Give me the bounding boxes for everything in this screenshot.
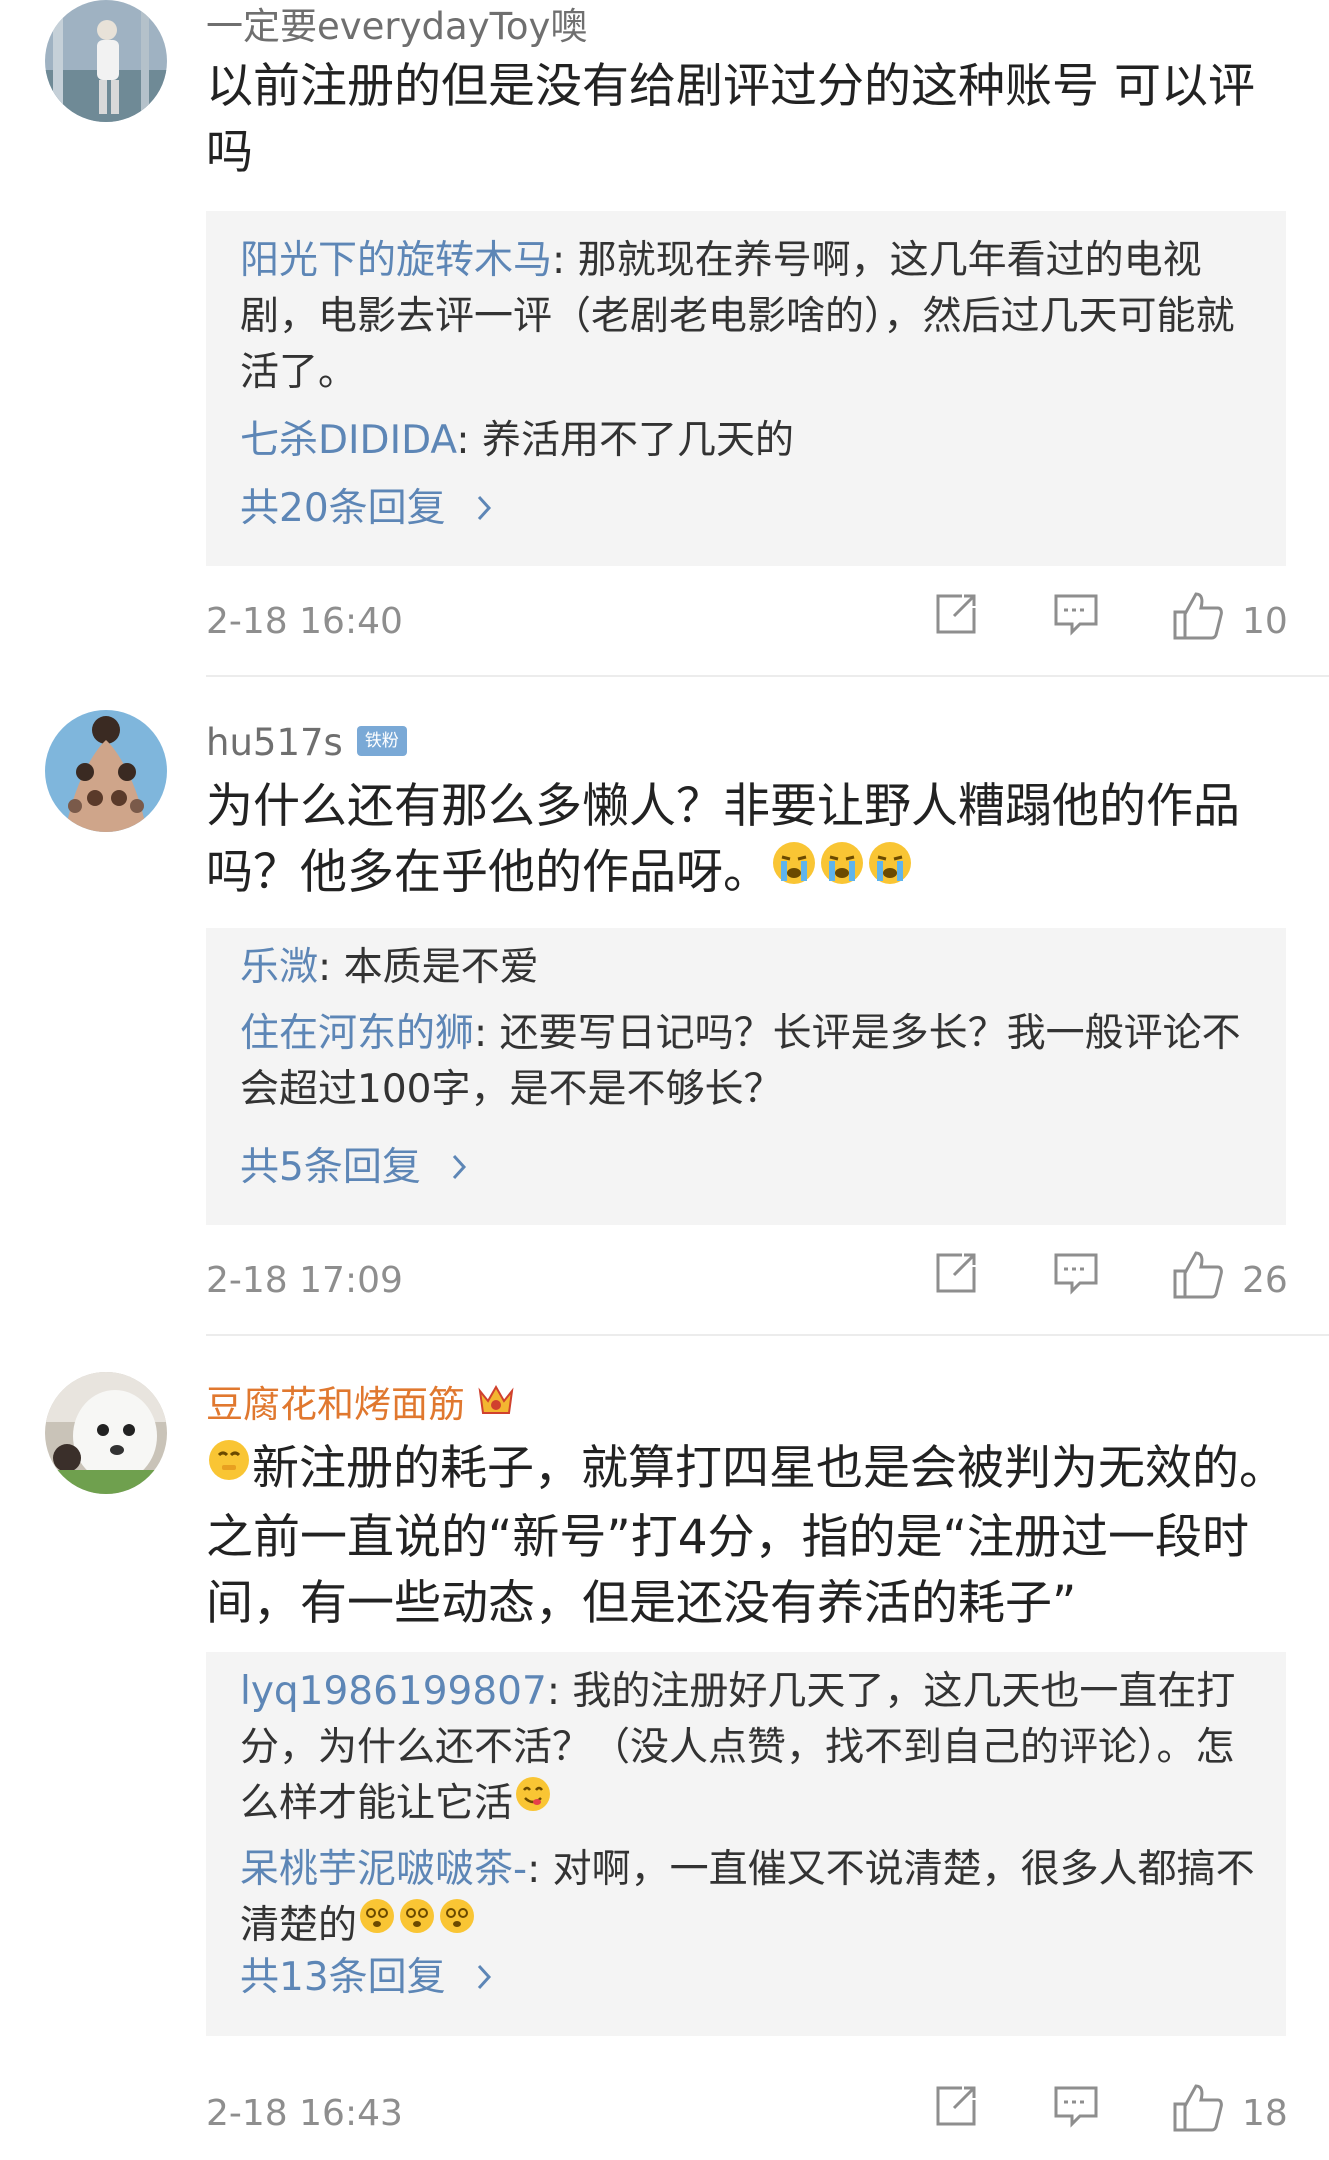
reply-text: 养活用不了几天的	[481, 418, 794, 463]
like-count: 26	[1242, 1260, 1288, 1301]
comment-icon[interactable]	[1052, 2082, 1100, 2130]
timestamp: 2-18 17:09	[206, 1260, 403, 1301]
share-icon[interactable]	[932, 2082, 980, 2130]
reply-item: 呆桃芋泥啵啵茶-: 对啊，一直催又不说清楚，很多人都搞不清楚的	[240, 1842, 1260, 1956]
avatar[interactable]	[45, 710, 167, 832]
divider	[206, 1334, 1329, 1336]
share-icon[interactable]	[932, 590, 980, 638]
comment-icon[interactable]	[1052, 590, 1100, 638]
comment-meta: 2-18 16:40 10	[206, 590, 1288, 650]
comment-text: 为什么还有那么多懒人？非要让野人糟蹋他的作品吗？他多在乎他的作品呀。	[206, 774, 1286, 909]
like-icon[interactable]	[1172, 1249, 1224, 1301]
chevron-right-icon	[477, 1964, 492, 1989]
crying-emoji-icon	[866, 839, 914, 905]
reply-author[interactable]: lyq1986199807	[240, 1669, 547, 1714]
crying-emoji-icon	[818, 839, 866, 905]
like-icon[interactable]	[1172, 590, 1224, 642]
reply-author[interactable]: 阳光下的旋转木马	[240, 238, 552, 283]
more-replies-link[interactable]: 共20条回复	[240, 489, 492, 528]
dizzy-emoji-icon	[437, 1896, 477, 1952]
reply-item: 乐溦: 本质是不爱	[240, 945, 539, 990]
chevron-right-icon	[453, 1154, 467, 1179]
comment-item: hu517s 铁粉 为什么还有那么多懒人？非要让野人糟蹋他的作品吗？他多在乎他的作…	[0, 710, 1329, 1336]
like-count: 18	[1242, 2093, 1288, 2134]
reply-author[interactable]: 乐溦	[240, 945, 318, 990]
crown-badge-icon	[477, 1383, 515, 1423]
reply-item: lyq1986199807: 我的注册好几天了，这几天也一直在打分，为什么还不活…	[240, 1664, 1260, 1834]
comment-item: 豆腐花和烤面筋 新注册的耗子，就算打四星也是会被判为无效的。之前一直说的“新号”…	[0, 1372, 1329, 2160]
reply-box[interactable]: 阳光下的旋转木马: 那就现在养号啊，这几年看过的电视剧，电影去评一评（老剧老电影…	[206, 211, 1286, 566]
dizzy-emoji-icon	[397, 1896, 437, 1952]
comment-item: 一定要everydayToy噢 以前注册的但是没有给剧评过分的这种账号 可以评吗…	[0, 0, 1329, 680]
reply-item: 七杀DIDIDA: 养活用不了几天的	[240, 418, 794, 463]
chevron-right-icon	[477, 495, 492, 520]
dizzy-emoji-icon	[357, 1896, 397, 1952]
username[interactable]: hu517s 铁粉	[206, 724, 407, 761]
reply-author[interactable]: 呆桃芋泥啵啵茶-	[240, 1847, 527, 1892]
reply-text: 本质是不爱	[343, 945, 539, 990]
like-icon[interactable]	[1172, 2082, 1224, 2134]
username[interactable]: 一定要everydayToy噢	[206, 8, 587, 45]
comment-icon[interactable]	[1052, 1249, 1100, 1297]
share-icon[interactable]	[932, 1249, 980, 1297]
comment-text: 新注册的耗子，就算打四星也是会被判为无效的。之前一直说的“新号”打4分，指的是“…	[206, 1436, 1286, 1637]
reply-item: 住在河东的狮: 还要写日记吗？长评是多长？我一般评论不会超过100字，是不是不够…	[240, 1011, 1241, 1112]
more-replies-link[interactable]: 共5条回复	[240, 1148, 467, 1187]
avatar[interactable]	[45, 0, 167, 122]
reply-box[interactable]: 乐溦: 本质是不爱 住在河东的狮: 还要写日记吗？长评是多长？我一般评论不会超过…	[206, 928, 1286, 1225]
yummy-emoji-icon	[513, 1774, 553, 1830]
reply-author[interactable]: 住在河东的狮	[240, 1011, 474, 1056]
fan-badge: 铁粉	[356, 725, 407, 756]
avatar[interactable]	[45, 1372, 167, 1494]
comment-text: 以前注册的但是没有给剧评过分的这种账号 可以评吗	[206, 59, 1255, 180]
username[interactable]: 豆腐花和烤面筋	[206, 1383, 515, 1427]
crying-emoji-icon	[770, 839, 818, 905]
reply-author[interactable]: 七杀DIDIDA	[240, 418, 456, 463]
like-count: 10	[1242, 601, 1288, 642]
comment-meta: 2-18 16:43 18	[206, 2082, 1288, 2142]
divider	[206, 675, 1329, 677]
timestamp: 2-18 16:40	[206, 601, 403, 642]
comment-meta: 2-18 17:09 26	[206, 1249, 1288, 1309]
more-replies-link[interactable]: 共13条回复	[240, 1958, 492, 1997]
reply-item: 阳光下的旋转木马: 那就现在养号啊，这几年看过的电视剧，电影去评一评（老剧老电影…	[240, 238, 1235, 395]
reply-box[interactable]: lyq1986199807: 我的注册好几天了，这几天也一直在打分，为什么还不活…	[206, 1652, 1286, 2036]
timestamp: 2-18 16:43	[206, 2093, 403, 2134]
hush-emoji-icon	[206, 1435, 252, 1501]
